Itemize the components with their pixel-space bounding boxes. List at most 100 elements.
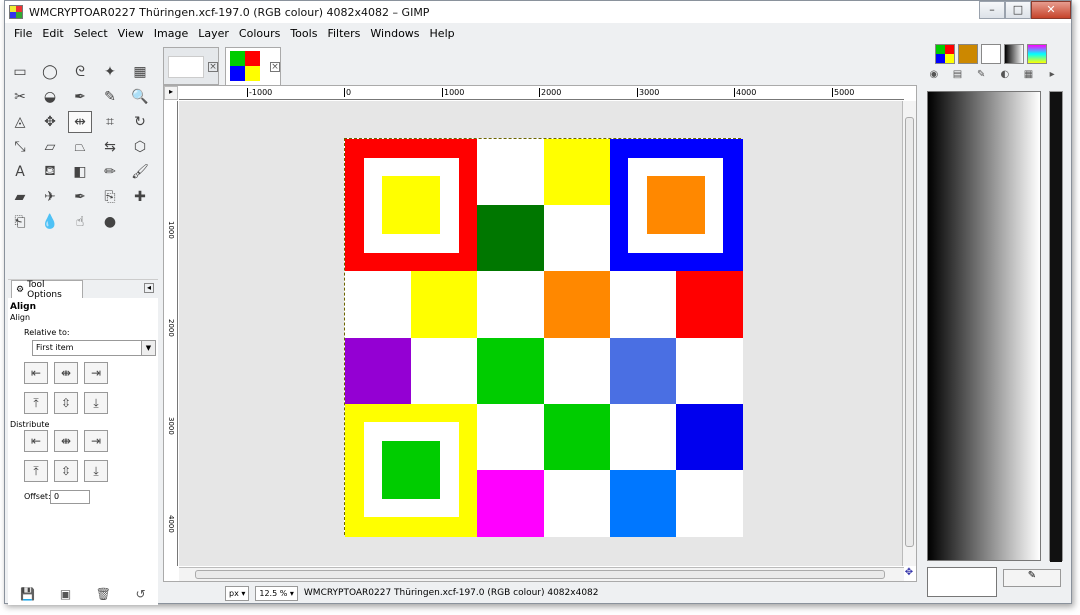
measure-icon[interactable]: ◬ — [8, 111, 32, 133]
vertical-scroll-thumb[interactable] — [905, 117, 914, 547]
tab-brushes[interactable] — [958, 44, 978, 64]
paths-icon[interactable]: ✒ — [68, 86, 92, 108]
navigate-icon[interactable]: ✥ — [902, 567, 916, 581]
ink-icon[interactable]: ✒ — [68, 186, 92, 208]
horizontal-scrollbar[interactable] — [179, 567, 904, 581]
relative-to-select[interactable]: First item ▼ — [32, 340, 156, 356]
menu-edit[interactable]: Edit — [37, 27, 68, 40]
edit-gradient-button[interactable]: ✎ — [1003, 569, 1061, 587]
perspective-clone-icon[interactable]: ⎗ — [8, 211, 32, 233]
heal-icon[interactable]: ✚ — [128, 186, 152, 208]
menu-select[interactable]: Select — [69, 27, 113, 40]
align-top-button[interactable]: ⤒ — [24, 392, 48, 414]
restore-options-icon[interactable]: ▣ — [60, 587, 71, 601]
panel-menu-icon[interactable]: ◂ — [144, 283, 154, 293]
menu-file[interactable]: File — [9, 27, 37, 40]
menu-layer[interactable]: Layer — [193, 27, 234, 40]
close-icon[interactable]: × — [270, 62, 280, 72]
color-select-icon[interactable]: ▦ — [128, 61, 152, 83]
foreground-select-icon[interactable]: ◒ — [38, 86, 62, 108]
zoom-icon[interactable]: 🔍 — [128, 86, 152, 108]
scale-icon[interactable]: ⤡ — [8, 136, 32, 158]
dodge-burn-icon[interactable]: ● — [98, 211, 122, 233]
gimp-wilber-icon[interactable]: ◉ — [925, 69, 943, 85]
image-tab-active[interactable]: × — [225, 47, 281, 85]
align-center-h-button[interactable]: ⇼ — [54, 362, 78, 384]
eraser-icon[interactable]: ▰ — [8, 186, 32, 208]
save-options-icon[interactable]: 💾 — [20, 587, 35, 601]
menu-filters[interactable]: Filters — [322, 27, 365, 40]
text-icon[interactable]: A — [8, 161, 32, 183]
crop-icon[interactable]: ⌗ — [98, 111, 122, 133]
distribute-middle-v-button[interactable]: ⇳ — [54, 460, 78, 482]
gradient-scroll-thumb[interactable] — [1050, 92, 1062, 562]
scissors-icon[interactable]: ✂ — [8, 86, 32, 108]
unit-select[interactable]: px ▾ — [225, 585, 250, 601]
brush-icon[interactable]: ✎ — [972, 69, 990, 85]
quick-mask-corner-icon[interactable]: ▸ — [164, 86, 178, 100]
close-button[interactable]: ✕ — [1031, 1, 1071, 19]
blur-icon[interactable]: 💧 — [38, 211, 62, 233]
close-icon[interactable]: × — [208, 62, 218, 72]
color-wheel-icon[interactable]: ◐ — [996, 69, 1014, 85]
distribute-left-button[interactable]: ⇤ — [24, 430, 48, 452]
tab-palettes[interactable] — [1027, 44, 1047, 64]
align-icon[interactable]: ⇹ — [68, 111, 92, 133]
flip-icon[interactable]: ⇆ — [98, 136, 122, 158]
rect-select-icon[interactable]: ▭ — [8, 61, 32, 83]
align-right-button[interactable]: ⇥ — [84, 362, 108, 384]
clone-icon[interactable]: ⎘ — [98, 186, 122, 208]
zoom-select[interactable]: 12.5 % ▾ — [255, 585, 298, 601]
distribute-top-button[interactable]: ⤒ — [24, 460, 48, 482]
relative-to-label: Relative to: — [24, 328, 70, 337]
shear-icon[interactable]: ▱ — [38, 136, 62, 158]
perspective-icon[interactable]: ⏢ — [68, 136, 92, 158]
menu-image[interactable]: Image — [149, 27, 193, 40]
maximize-button[interactable]: □ — [1005, 1, 1031, 19]
menu-colours[interactable]: Colours — [234, 27, 285, 40]
ellipse-select-icon[interactable]: ◯ — [38, 61, 62, 83]
distribute-center-h-button[interactable]: ⇼ — [54, 430, 78, 452]
overflow-icon[interactable]: ▸ — [1043, 69, 1061, 85]
align-middle-v-button[interactable]: ⇳ — [54, 392, 78, 414]
bucket-fill-icon[interactable]: ⛾ — [38, 161, 62, 183]
image-canvas[interactable] — [179, 101, 904, 566]
horizontal-ruler[interactable]: -1000 0 1000 2000 3000 4000 5000 — [179, 86, 904, 100]
reset-options-icon[interactable]: ↺ — [136, 587, 146, 601]
offset-spinner[interactable]: 0 — [50, 490, 90, 504]
tab-paths[interactable] — [981, 44, 1001, 64]
vertical-scrollbar[interactable] — [902, 101, 916, 566]
gradient-preview[interactable] — [927, 91, 1041, 561]
layers-icon[interactable]: ▤ — [949, 69, 967, 85]
free-select-icon[interactable]: ᘓ — [68, 61, 92, 83]
distribute-bottom-button[interactable]: ⤓ — [84, 460, 108, 482]
menu-view[interactable]: View — [113, 27, 149, 40]
tab-gradients[interactable] — [1004, 44, 1024, 64]
gradient-scrollbar[interactable] — [1049, 91, 1063, 562]
pencil-icon[interactable]: ✏ — [98, 161, 122, 183]
blend-icon[interactable]: ◧ — [68, 161, 92, 183]
paintbrush-icon[interactable]: 🖌 — [128, 161, 152, 183]
distribute-right-button[interactable]: ⇥ — [84, 430, 108, 452]
image-content[interactable] — [344, 138, 743, 537]
tab-tool-options[interactable]: ⚙ Tool Options — [11, 280, 83, 300]
menu-windows[interactable]: Windows — [365, 27, 424, 40]
cage-icon[interactable]: ⬡ — [128, 136, 152, 158]
image-tab-blank[interactable]: × — [163, 47, 219, 85]
tab-patterns[interactable] — [935, 44, 955, 64]
airbrush-icon[interactable]: ✈ — [38, 186, 62, 208]
menu-help[interactable]: Help — [425, 27, 460, 40]
color-picker-icon[interactable]: ✎ — [98, 86, 122, 108]
align-bottom-button[interactable]: ⤓ — [84, 392, 108, 414]
minimize-button[interactable]: – — [979, 1, 1005, 19]
smudge-icon[interactable]: ☝ — [68, 211, 92, 233]
rotate-icon[interactable]: ↻ — [128, 111, 152, 133]
align-left-button[interactable]: ⇤ — [24, 362, 48, 384]
fuzzy-select-icon[interactable]: ✦ — [98, 61, 122, 83]
horizontal-scroll-thumb[interactable] — [195, 570, 885, 579]
palette-icon[interactable]: ▦ — [1020, 69, 1038, 85]
menu-tools[interactable]: Tools — [285, 27, 322, 40]
delete-options-icon[interactable]: 🗑 — [96, 587, 111, 601]
vertical-ruler[interactable]: 1000 2000 3000 4000 — [164, 101, 178, 566]
move-icon[interactable]: ✥ — [38, 111, 62, 133]
